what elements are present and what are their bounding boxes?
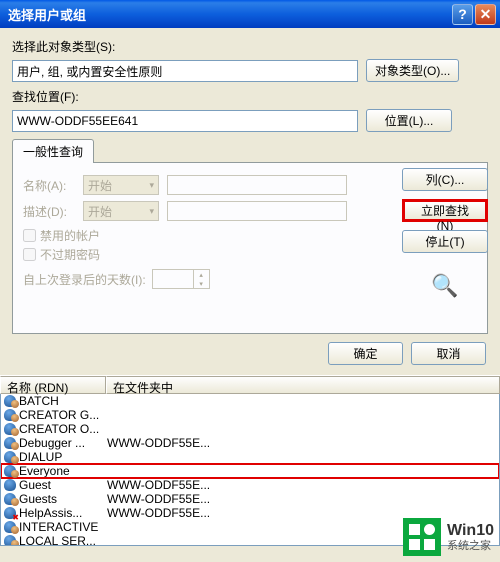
name-label: 名称(A):	[23, 177, 83, 194]
user-icon	[3, 437, 17, 450]
dialog-content: 选择此对象类型(S): 对象类型(O)... 查找位置(F): 位置(L)...…	[0, 28, 500, 375]
location-button[interactable]: 位置(L)...	[366, 109, 452, 132]
user-icon	[3, 395, 17, 408]
days-since-login-label: 自上次登录后的天数(I):	[23, 271, 146, 288]
location-label: 查找位置(F):	[12, 88, 488, 105]
table-row[interactable]: Debugger ...WWW-ODDF55E...	[1, 436, 499, 450]
table-row[interactable]: BATCH	[1, 394, 499, 408]
disabled-accounts-label: 禁用的帐户	[40, 227, 100, 244]
table-row[interactable]: GuestsWWW-ODDF55E...	[1, 492, 499, 506]
table-row[interactable]: Everyone	[1, 464, 499, 478]
chevron-down-icon: ▾	[149, 180, 154, 191]
user-icon	[3, 507, 17, 520]
row-name: Guest	[19, 478, 107, 492]
row-name: Guests	[19, 492, 107, 506]
results-header: 名称 (RDN) 在文件夹中	[0, 375, 500, 394]
table-row[interactable]: DIALUP	[1, 450, 499, 464]
watermark-small: 系统之家	[447, 540, 494, 553]
ok-button[interactable]: 确定	[328, 342, 403, 365]
window-title: 选择用户或组	[8, 5, 450, 24]
user-icon	[3, 409, 17, 422]
table-row[interactable]: GuestWWW-ODDF55E...	[1, 478, 499, 492]
noexpire-password-checkbox[interactable]	[23, 248, 36, 261]
watermark-big: Win10	[447, 521, 494, 540]
name-input[interactable]	[167, 175, 347, 195]
columns-button[interactable]: 列(C)...	[402, 168, 488, 191]
row-name: DIALUP	[19, 450, 107, 464]
object-type-label: 选择此对象类型(S):	[12, 38, 488, 55]
location-input[interactable]	[12, 110, 358, 132]
name-operator-select[interactable]: 开始▾	[83, 175, 159, 195]
object-type-button[interactable]: 对象类型(O)...	[366, 59, 459, 82]
table-row[interactable]: CREATOR G...	[1, 408, 499, 422]
row-name: HelpAssis...	[19, 506, 107, 520]
user-icon	[3, 521, 17, 534]
user-icon	[3, 479, 17, 492]
row-name: INTERACTIVE	[19, 520, 107, 534]
user-icon	[3, 535, 17, 547]
row-name: CREATOR G...	[19, 408, 107, 422]
row-name: LOCAL SER...	[19, 534, 107, 546]
row-name: Everyone	[19, 464, 107, 478]
stop-button[interactable]: 停止(T)	[402, 230, 488, 253]
watermark: Win10 系统之家	[403, 518, 494, 556]
noexpire-password-label: 不过期密码	[40, 246, 100, 263]
tab-general-query[interactable]: 一般性查询	[12, 139, 94, 163]
user-icon	[3, 493, 17, 506]
user-icon	[3, 465, 17, 478]
object-type-input[interactable]	[12, 60, 358, 82]
column-folder[interactable]: 在文件夹中	[106, 376, 500, 394]
help-button[interactable]: ?	[452, 4, 473, 25]
find-now-button[interactable]: 立即查找(N)	[402, 199, 488, 222]
desc-input[interactable]	[167, 201, 347, 221]
row-name: Debugger ...	[19, 436, 107, 450]
user-icon	[3, 423, 17, 436]
titlebar: 选择用户或组 ? ✕	[0, 0, 500, 28]
row-folder: WWW-ODDF55E...	[107, 492, 497, 506]
table-row[interactable]: CREATOR O...	[1, 422, 499, 436]
chevron-down-icon: ▾	[149, 206, 154, 217]
column-rdn[interactable]: 名称 (RDN)	[0, 376, 106, 394]
watermark-logo-icon	[403, 518, 441, 556]
disabled-accounts-checkbox[interactable]	[23, 229, 36, 242]
close-button[interactable]: ✕	[475, 4, 496, 25]
row-folder: WWW-ODDF55E...	[107, 436, 497, 450]
spin-down-icon[interactable]: ▾	[194, 279, 209, 288]
desc-operator-select[interactable]: 开始▾	[83, 201, 159, 221]
spin-up-icon[interactable]: ▴	[194, 270, 209, 279]
desc-label: 描述(D):	[23, 203, 83, 220]
row-folder: WWW-ODDF55E...	[107, 478, 497, 492]
cancel-button[interactable]: 取消	[411, 342, 486, 365]
row-name: CREATOR O...	[19, 422, 107, 436]
user-icon	[3, 451, 17, 464]
days-input[interactable]: ▴▾	[152, 269, 210, 289]
search-icon: 🔍	[429, 273, 461, 299]
row-name: BATCH	[19, 394, 107, 408]
